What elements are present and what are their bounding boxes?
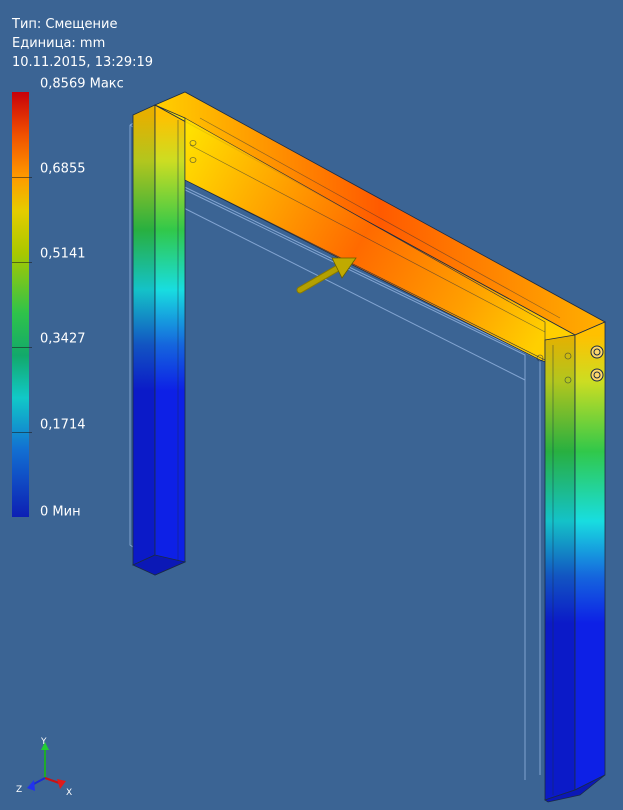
triad-y-label: Y xyxy=(40,737,47,747)
top-beam xyxy=(154,91,606,373)
left-leg xyxy=(132,104,187,576)
force-arrow-icon xyxy=(296,257,357,294)
right-leg xyxy=(536,321,606,803)
model-viewport[interactable]: Y X Z xyxy=(0,0,623,810)
view-triad-icon: Y X Z xyxy=(16,737,72,798)
triad-z-label: Z xyxy=(16,785,22,795)
triad-x-label: X xyxy=(66,788,72,798)
